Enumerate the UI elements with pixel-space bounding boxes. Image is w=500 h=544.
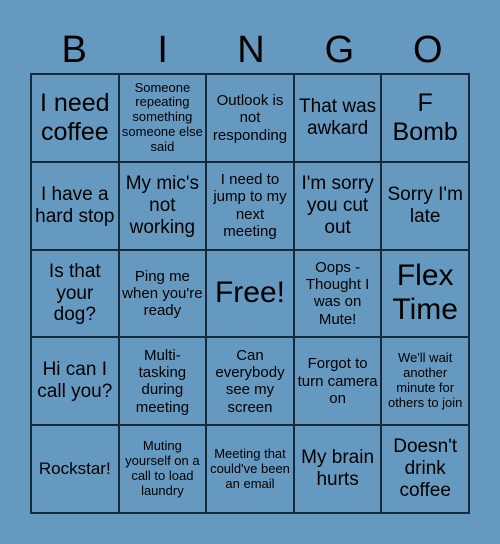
bingo-cell[interactable]: I need to jump to my next meeting bbox=[206, 161, 294, 250]
bingo-cell[interactable]: Someone repeating something someone else… bbox=[118, 74, 207, 162]
header-letter-o: O bbox=[413, 29, 443, 71]
bingo-cell-free[interactable]: Free! bbox=[206, 249, 294, 338]
bingo-cell[interactable]: Outlook is not responding bbox=[206, 74, 294, 162]
bingo-cell[interactable]: Ping me when you're ready bbox=[118, 249, 207, 338]
bingo-cell[interactable]: I have a hard stop bbox=[31, 161, 119, 250]
bingo-grid: I need coffee Someone repeating somethin… bbox=[30, 73, 470, 514]
bingo-cell[interactable]: Forgot to turn camera on bbox=[293, 337, 382, 426]
header-letter-g: G bbox=[324, 29, 355, 71]
bingo-cell[interactable]: Oops - Thought I was on Mute! bbox=[293, 249, 382, 338]
bingo-cell[interactable]: We'll wait another minute for others to … bbox=[381, 337, 469, 426]
header-letter-b: B bbox=[61, 29, 87, 71]
bingo-cell[interactable]: I need coffee bbox=[31, 74, 119, 162]
header-letter-i: I bbox=[157, 29, 168, 71]
bingo-cell[interactable]: Meeting that could've been an email bbox=[206, 425, 294, 513]
bingo-cell[interactable]: I'm sorry you cut out bbox=[293, 161, 382, 250]
bingo-cell[interactable]: Can everybody see my screen bbox=[206, 337, 294, 426]
bingo-cell[interactable]: F Bomb bbox=[381, 74, 469, 162]
bingo-cell[interactable]: That was awkard bbox=[293, 74, 382, 162]
bingo-cell[interactable]: My brain hurts bbox=[293, 425, 382, 513]
bingo-cell[interactable]: Rockstar! bbox=[31, 425, 119, 513]
bingo-cell[interactable]: Sorry I'm late bbox=[381, 161, 469, 250]
bingo-cell[interactable]: Muting yourself on a call to load laundr… bbox=[118, 425, 207, 513]
bingo-cell[interactable]: Hi can I call you? bbox=[31, 337, 119, 426]
header-letter-n: N bbox=[237, 29, 265, 71]
bingo-cell[interactable]: Doesn't drink coffee bbox=[381, 425, 469, 513]
bingo-cell[interactable]: My mic's not working bbox=[118, 161, 207, 250]
bingo-header: B I N G O bbox=[30, 28, 472, 73]
bingo-cell[interactable]: Multi-tasking during meeting bbox=[118, 337, 207, 426]
bingo-cell[interactable]: Flex Time bbox=[381, 249, 469, 338]
bingo-cell[interactable]: Is that your dog? bbox=[31, 249, 119, 338]
